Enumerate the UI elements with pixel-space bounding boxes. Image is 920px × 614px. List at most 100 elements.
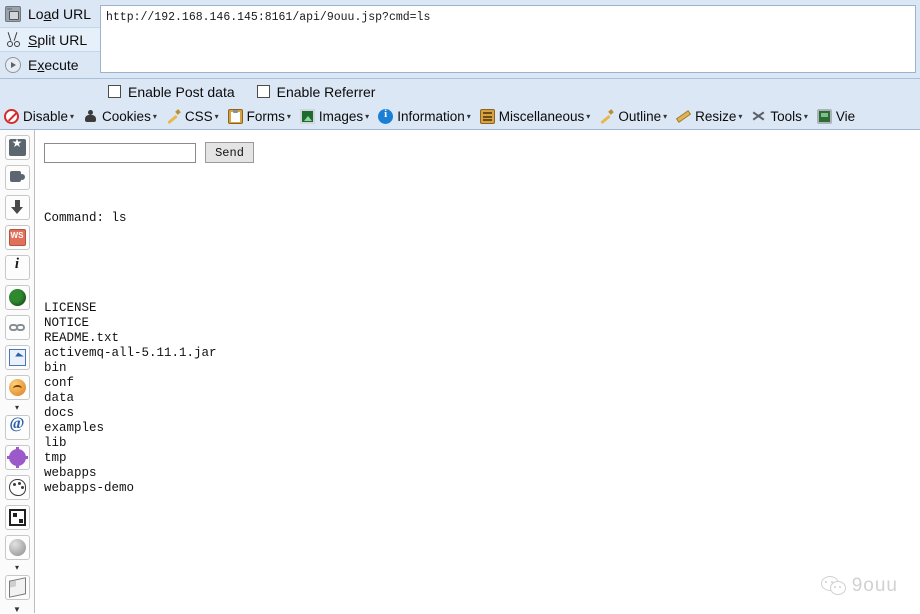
webdev-menu-label: Information <box>397 109 465 124</box>
ws-badge-icon <box>8 229 26 246</box>
bookmark-star-icon <box>8 136 26 156</box>
sidebar-button-bookmark-star[interactable] <box>4 135 30 160</box>
webdev-menu-label: Forms <box>246 109 285 124</box>
output-line: activemq-all-5.11.1.jar <box>44 346 217 360</box>
browser-window: Load URL Split URL Execute http://192.16… <box>0 0 920 614</box>
chevron-down-icon: ▾ <box>214 111 219 121</box>
webdev-menu-information[interactable]: Information▾ <box>378 108 471 124</box>
output-line: webapps <box>44 466 97 480</box>
send-button[interactable]: Send <box>205 142 254 163</box>
command-input[interactable] <box>44 142 196 163</box>
gray-globe-icon <box>8 539 26 556</box>
output-line: bin <box>44 361 67 375</box>
webshell-page: Send Command: ls LICENSE NOTICE README.txt… <box>35 130 920 613</box>
purple-burst-icon <box>6 447 28 468</box>
css-pencil-icon <box>166 109 181 124</box>
sidebar-dropdown-caret[interactable]: ▾ <box>15 564 19 572</box>
grid-table-icon <box>8 509 26 526</box>
content-area: ▾ ▾ ▼ Send Command: ls LICENSENOTICEREADME… <box>0 130 920 614</box>
sidebar-button-palette[interactable] <box>4 475 30 500</box>
extension-sidebar: ▾ ▾ ▼ <box>0 130 35 614</box>
webdev-menu-label: Tools <box>770 109 802 124</box>
sidebar-button-cursor-select[interactable] <box>4 345 30 370</box>
split-url-button[interactable]: Split URL <box>0 26 100 53</box>
webdev-menu-label: Miscellaneous <box>498 109 585 124</box>
outline-pencil-icon <box>599 109 614 124</box>
info-italic-icon <box>9 256 26 276</box>
execute-button[interactable]: Execute <box>0 52 100 78</box>
cookies-icon <box>83 109 98 124</box>
webdev-menu-cookies[interactable]: Cookies ▾ <box>83 109 157 124</box>
url-input[interactable]: http://192.168.146.145:8161/api/9ouu.jsp… <box>100 5 916 73</box>
webdev-menu-label: Outline <box>618 109 662 124</box>
command-form: Send <box>44 142 920 163</box>
chevron-down-icon: ▾ <box>365 111 370 121</box>
sidebar-button-ws-badge[interactable] <box>4 225 30 250</box>
output-line: tmp <box>44 451 67 465</box>
checkbox-box <box>256 85 270 98</box>
sidebar-button-chain-link[interactable] <box>4 315 30 340</box>
enable-referrer-label: Enable Referrer <box>276 83 376 100</box>
output-spacer <box>44 256 920 271</box>
output-line: README.txt <box>44 331 120 345</box>
watermark: 9ouu <box>820 575 898 597</box>
webdev-menu-label: CSS <box>184 109 213 124</box>
command-echo-line: Command: ls <box>44 211 127 225</box>
images-icon <box>299 109 315 124</box>
wechat-icon <box>820 576 847 596</box>
chain-link-icon <box>8 319 26 336</box>
webdev-menu-disable[interactable]: Disable ▾ <box>4 109 74 124</box>
enable-post-data-checkbox[interactable]: Enable Post data <box>108 84 235 100</box>
output-line-list: LICENSE NOTICE README.txt activemq-all-5.11… <box>44 301 920 496</box>
split-url-label: Split URL <box>28 31 88 48</box>
chevron-down-icon: ▾ <box>803 111 808 121</box>
sidebar-button-info-italic[interactable] <box>4 255 30 280</box>
output-line: webapps-demo <box>44 481 135 495</box>
output-line: LICENSE <box>44 301 97 315</box>
webdev-menu-css[interactable]: CSS ▾ <box>166 109 219 124</box>
sidebar-overflow-caret[interactable]: ▼ <box>13 606 21 614</box>
sidebar-dropdown-caret[interactable]: ▾ <box>15 404 19 412</box>
watermark-text: 9ouu <box>851 575 898 596</box>
load-url-button[interactable]: Load URL <box>0 1 100 27</box>
sidebar-button-green-globe[interactable] <box>4 285 30 310</box>
enable-post-data-label: Enable Post data <box>128 83 235 100</box>
checkbox-box <box>108 85 121 98</box>
disable-icon <box>4 109 19 124</box>
miscellaneous-icon <box>479 109 495 124</box>
chevron-down-icon: ▾ <box>663 111 668 121</box>
sidebar-button-grid-table[interactable] <box>4 505 30 530</box>
webdev-menu-outline[interactable]: Outline ▾ <box>599 109 667 124</box>
sidebar-button-orange-circle[interactable] <box>4 375 30 400</box>
sidebar-button-puzzle-addon[interactable] <box>4 165 30 190</box>
palette-icon <box>8 479 26 496</box>
webdev-menu-forms[interactable]: Forms ▾ <box>227 109 291 124</box>
chevron-down-icon: ▾ <box>286 111 291 121</box>
green-globe-icon <box>8 289 26 306</box>
output-line: docs <box>44 406 75 420</box>
webdev-menu-vie[interactable]: Vie <box>816 109 856 124</box>
chevron-down-icon: ▾ <box>152 111 157 121</box>
enable-referrer-checkbox[interactable]: Enable Referrer <box>256 83 376 100</box>
output-line: lib <box>44 436 67 450</box>
webdev-menu-resize[interactable]: Resize ▾ <box>676 109 742 124</box>
webdev-menu-label: Vie <box>835 109 856 124</box>
url-toolbar: Load URL Split URL Execute http://192.16… <box>0 0 920 79</box>
sidebar-button-purple-burst[interactable] <box>4 445 30 470</box>
sidebar-button-download-arrow[interactable] <box>4 195 30 220</box>
webdev-menu-tools[interactable]: Tools ▾ <box>751 109 808 124</box>
sidebar-button-gray-globe[interactable] <box>4 535 30 560</box>
load-url-label: Load URL <box>28 5 92 22</box>
chevron-down-icon: ▾ <box>586 111 591 121</box>
execute-label: Execute <box>28 57 79 74</box>
webdev-menu-label: Images <box>318 109 364 124</box>
scissors-icon <box>5 32 21 48</box>
webdev-menu-images[interactable]: Images ▾ <box>299 109 370 124</box>
puzzle-addon-icon <box>9 169 26 186</box>
sidebar-button-blue-swirl[interactable] <box>4 415 30 440</box>
tools-wrench-icon <box>751 109 766 124</box>
play-circle-icon <box>5 57 21 74</box>
request-options-row: Enable Post data Enable Referrer <box>0 79 920 104</box>
chevron-down-icon: ▾ <box>70 111 75 121</box>
webdev-menu-miscellaneous[interactable]: Miscellaneous ▾ <box>479 109 591 124</box>
